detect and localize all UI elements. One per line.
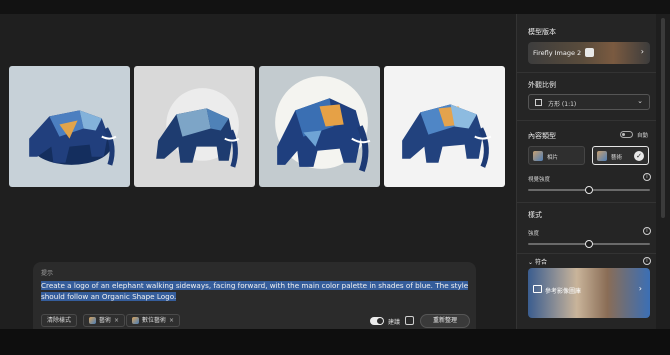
model-badge-icon (585, 48, 594, 57)
model-selector[interactable]: Firefly Image 2 › (528, 42, 650, 64)
divider (516, 253, 656, 254)
aspect-section-heading: 外觀比例 (528, 81, 556, 89)
content-type-photo[interactable]: 相片 (528, 146, 585, 165)
chevron-right-icon: › (640, 47, 644, 56)
content-type-art-label: 藝術 (611, 155, 623, 161)
regenerate-button[interactable]: 重新整理 (420, 314, 470, 328)
chevron-down-icon: ⌄ (637, 97, 643, 105)
art-thumbnail (597, 151, 607, 161)
style-section-heading: 樣式 (528, 211, 542, 219)
slider-handle[interactable] (585, 240, 593, 248)
elephant-logo (156, 88, 240, 168)
content-section-heading: 內容類型 (528, 132, 556, 140)
suggestions-label: 建議 (388, 319, 401, 326)
model-value: Firefly Image 2 (533, 49, 582, 57)
digital-art-icon (132, 317, 139, 324)
generated-image-1[interactable] (9, 66, 130, 187)
top-bar (0, 0, 670, 14)
reference-gallery-button[interactable]: 參考影像圖庫 › (528, 268, 650, 318)
visual-intensity-label: 視覺強度 (528, 177, 551, 183)
chevron-right-icon: › (638, 284, 642, 293)
prompt-input[interactable]: Create a logo of an elephant walking sid… (41, 280, 469, 302)
content-type-art[interactable]: 藝術 ✓ (592, 146, 649, 165)
style-chip-digital-art[interactable]: 數位藝術 × (126, 314, 181, 327)
style-chip-art[interactable]: 藝術 × (83, 314, 126, 327)
scrollbar[interactable] (656, 14, 670, 329)
aspect-ratio-select[interactable]: 方形 (1:1) ⌄ (528, 94, 650, 110)
bottom-bar (0, 329, 670, 355)
divider (516, 72, 656, 73)
aspect-ratio-value: 方形 (1:1) (548, 101, 577, 108)
photo-thumbnail (533, 151, 543, 161)
generated-image-3[interactable] (259, 66, 380, 187)
art-icon (89, 317, 96, 324)
clear-styles-button[interactable]: 清除樣式 (41, 314, 78, 327)
close-icon[interactable]: × (114, 315, 119, 326)
info-icon[interactable]: i (643, 173, 651, 181)
strength-slider[interactable] (528, 240, 650, 248)
auto-toggle[interactable] (620, 131, 633, 138)
elephant-logo (402, 104, 492, 168)
slider-handle[interactable] (585, 186, 593, 194)
reference-gallery-label: 參考影像圖庫 (545, 288, 582, 295)
generated-image-4[interactable] (384, 66, 505, 187)
suggestions-toggle[interactable] (370, 317, 384, 325)
strength-label: 強度 (528, 231, 540, 237)
model-section-heading: 模型版本 (528, 28, 556, 36)
content-type-photo-label: 相片 (547, 155, 559, 161)
prompt-label: 提示 (41, 270, 54, 277)
prompt-panel: 提示 Create a logo of an elephant walking … (33, 262, 476, 329)
square-icon (535, 99, 542, 106)
image-icon[interactable] (405, 316, 414, 325)
match-heading[interactable]: ⌄ 符合 (528, 257, 547, 266)
auto-label: 自動 (637, 133, 649, 139)
generated-image-2[interactable] (134, 66, 255, 187)
close-icon[interactable]: × (169, 315, 174, 326)
elephant-logo (275, 76, 371, 172)
divider (516, 120, 656, 121)
info-icon[interactable]: i (643, 257, 651, 265)
visual-intensity-slider[interactable] (528, 186, 650, 194)
check-icon: ✓ (634, 151, 644, 161)
image-icon (533, 285, 542, 293)
info-icon[interactable]: i (643, 227, 651, 235)
elephant-logo (29, 110, 117, 166)
divider (516, 202, 656, 203)
scrollbar-thumb[interactable] (661, 18, 665, 218)
